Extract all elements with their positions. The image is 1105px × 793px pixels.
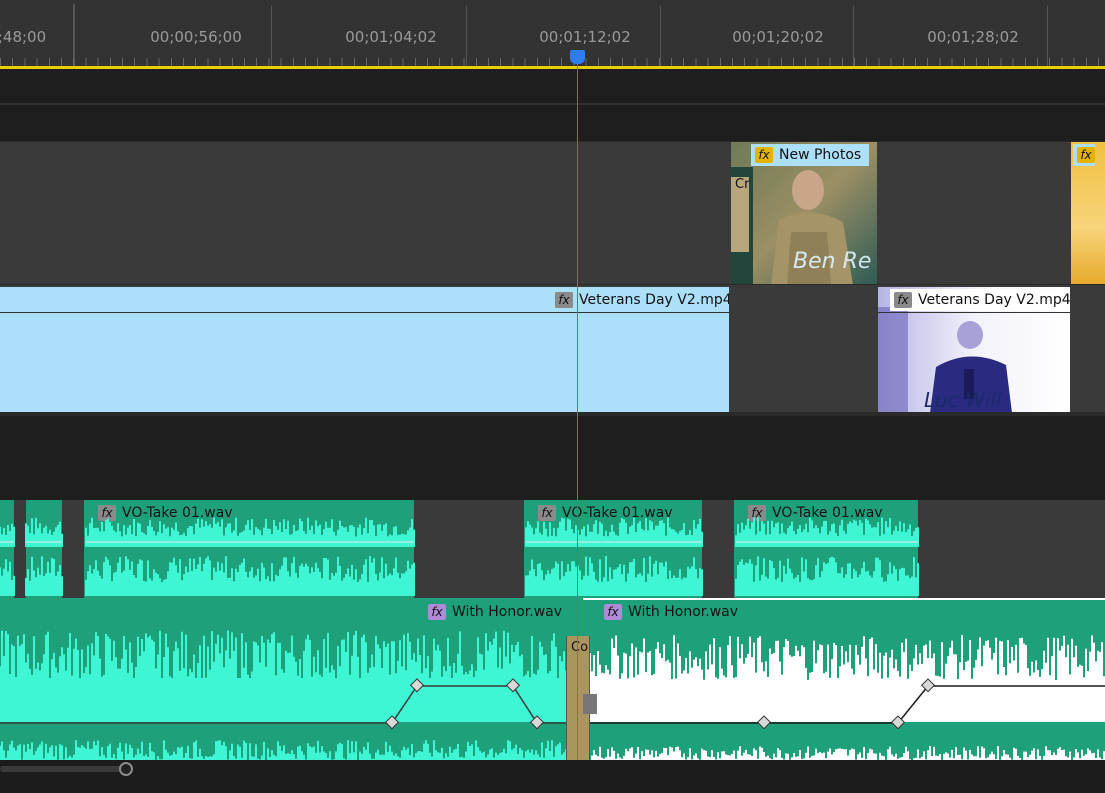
- keyframe-icon: [920, 678, 936, 693]
- ruler-timecode: 00;00;56;00: [150, 28, 242, 46]
- transition-marker[interactable]: Cr: [731, 177, 749, 252]
- horizontal-scrollbar[interactable]: [0, 760, 1105, 793]
- vo-waveforms: [0, 517, 919, 596]
- scrollbar-track[interactable]: [0, 766, 126, 772]
- clip-caption: Luc Will: [924, 388, 1002, 412]
- track-empty[interactable]: [0, 69, 1105, 103]
- track-empty[interactable]: [0, 105, 1105, 141]
- clip-caption: Ben Re: [793, 249, 871, 274]
- ruler-minor-ticks: [0, 58, 1105, 66]
- keyframe-layer[interactable]: [0, 598, 1105, 760]
- keyframe-icon: [505, 678, 521, 693]
- ruler-timecode: 00;01;12;02: [539, 28, 631, 46]
- opacity-rubberband[interactable]: [878, 312, 1070, 313]
- ruler-major-tick: [660, 6, 661, 66]
- clip-label: fx: [1073, 144, 1095, 166]
- clip-label: fx Veterans Day V2.mp4: [890, 289, 1070, 311]
- ruler-timecode: 00;01;04;02: [345, 28, 437, 46]
- clip-photo-2[interactable]: fx: [1071, 142, 1105, 285]
- ruler-divider: [73, 4, 75, 66]
- ruler-major-tick: [853, 6, 854, 66]
- clip-name: Veterans Day V2.mp4: [918, 292, 1070, 308]
- waveform-bars: [735, 517, 919, 596]
- video-track-photos[interactable]: Ben Re fx New Photos Cr fx: [0, 141, 1105, 285]
- clip-name: Veterans Day V2.mp4: [579, 292, 729, 308]
- keyframe-icon: [890, 715, 906, 730]
- opacity-rubberband[interactable]: [0, 312, 729, 313]
- ruler-timecode: 00;01;28;02: [927, 28, 1019, 46]
- ruler-timecode: 00;01;20;02: [732, 28, 824, 46]
- ruler-timecode: ;48;00: [0, 28, 47, 46]
- fx-icon[interactable]: fx: [755, 147, 773, 163]
- clip-name: New Photos: [779, 147, 862, 163]
- waveform-bars: [0, 523, 15, 596]
- ruler-major-tick: [271, 6, 272, 66]
- keyframe-icon: [756, 715, 772, 730]
- audio-track-music[interactable]: fx With Honor.wav fx With Honor.wav Co: [0, 598, 1105, 760]
- clip-label: fx New Photos: [751, 144, 870, 166]
- audio-track-voiceover[interactable]: fx VO-Take 01.wav fx VO-Take 01.wav fx V…: [0, 500, 1105, 598]
- ruler-major-tick: [466, 6, 467, 66]
- clip-veterans-day-2[interactable]: Luc Will fx Veterans Day V2.mp4: [878, 287, 1070, 413]
- scroll-handle-icon[interactable]: [119, 762, 133, 776]
- fx-icon[interactable]: fx: [894, 292, 912, 308]
- keyframe-icon: [409, 678, 425, 693]
- waveform-bars: [25, 517, 63, 596]
- waveform-bars: [85, 517, 415, 596]
- playhead-marker-icon[interactable]: [570, 50, 585, 64]
- keyframe-icon: [529, 715, 545, 730]
- waveform-bars: [525, 517, 703, 596]
- video-track-main[interactable]: fx Veterans Day V2.mp4 Luc Will fx Veter…: [0, 284, 1105, 413]
- fx-icon[interactable]: fx: [555, 292, 573, 308]
- keyframe-icon: [384, 715, 400, 730]
- track-empty[interactable]: [0, 412, 1105, 500]
- clip-veterans-day-1[interactable]: fx Veterans Day V2.mp4: [0, 287, 729, 413]
- fx-icon[interactable]: fx: [1077, 147, 1095, 163]
- playhead-line[interactable]: [577, 60, 578, 765]
- time-ruler[interactable]: ;48;00 00;00;56;00 00;01;04;02 00;01;12;…: [0, 0, 1105, 66]
- clip-new-photos[interactable]: Ben Re fx New Photos Cr: [731, 142, 877, 285]
- ruler-major-tick: [1047, 6, 1048, 66]
